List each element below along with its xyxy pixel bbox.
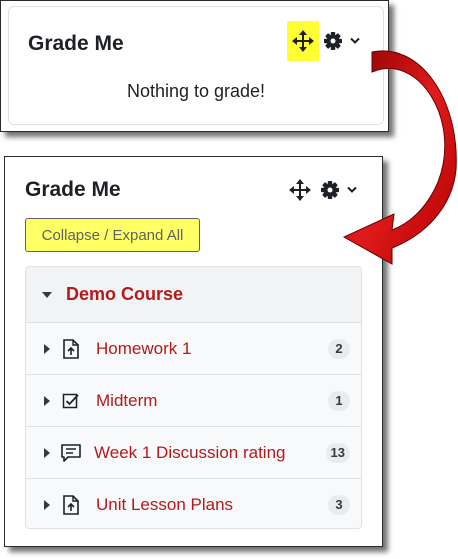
count-badge: 1: [328, 390, 350, 411]
block-controls: [287, 21, 360, 61]
item-label[interactable]: Midterm: [96, 391, 157, 411]
item-label[interactable]: Homework 1: [96, 339, 191, 359]
quiz-checkbox-icon: [62, 393, 79, 408]
caret-right-icon[interactable]: [42, 343, 52, 354]
caret-right-icon[interactable]: [42, 447, 52, 458]
list-item[interactable]: Week 1 Discussion rating 13: [26, 426, 361, 478]
course-name[interactable]: Demo Course: [66, 284, 183, 305]
caret-right-icon[interactable]: [42, 395, 52, 406]
move-icon[interactable]: [287, 21, 319, 61]
list-item[interactable]: Unit Lesson Plans 3: [26, 478, 361, 528]
before-screenshot-frame: Grade Me Nothing to grade!: [0, 0, 389, 132]
chevron-down-icon[interactable]: [350, 37, 360, 45]
count-badge: 3: [328, 494, 350, 515]
assignment-upload-icon: [63, 494, 79, 515]
course-list: Demo Course Homework 1 2 Midterm 1 Week …: [25, 266, 362, 529]
item-label[interactable]: Unit Lesson Plans: [96, 495, 233, 515]
course-row[interactable]: Demo Course: [26, 267, 361, 322]
forum-chat-icon: [61, 443, 81, 462]
block-controls: [288, 178, 357, 202]
caret-right-icon[interactable]: [42, 499, 52, 510]
count-badge: 2: [328, 338, 350, 359]
assignment-upload-icon: [63, 338, 79, 359]
block-title: Grade Me: [28, 32, 124, 55]
count-badge: 13: [325, 442, 350, 463]
list-item[interactable]: Homework 1 2: [26, 322, 361, 374]
empty-message: Nothing to grade!: [126, 81, 266, 101]
grade-me-block-before: Grade Me Nothing to grade!: [8, 6, 384, 125]
move-icon[interactable]: [288, 178, 312, 202]
chevron-down-icon[interactable]: [347, 186, 357, 194]
gear-icon[interactable]: [321, 181, 339, 199]
caret-down-icon[interactable]: [42, 290, 52, 300]
block-title: Grade Me: [25, 178, 121, 201]
list-item[interactable]: Midterm 1: [26, 374, 361, 426]
collapse-expand-all-button[interactable]: Collapse / Expand All: [25, 218, 200, 252]
item-label[interactable]: Week 1 Discussion rating: [94, 443, 286, 463]
gear-icon[interactable]: [324, 32, 342, 50]
